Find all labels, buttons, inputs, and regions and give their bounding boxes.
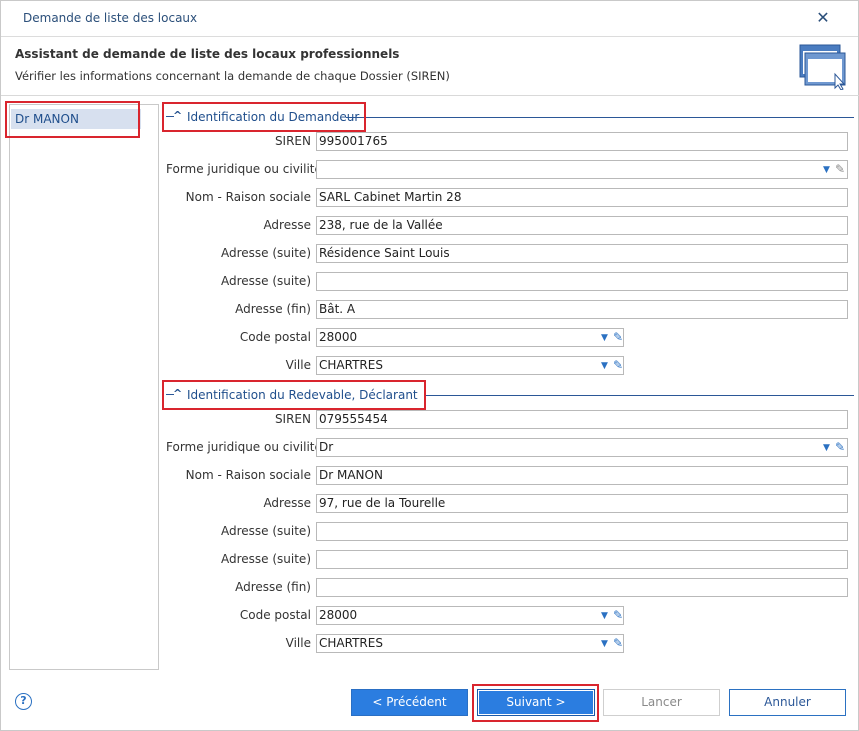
section-line-right xyxy=(346,117,854,118)
adresse-fin-field[interactable] xyxy=(316,578,848,597)
dropdown-arrow-icon[interactable]: ▼ xyxy=(601,330,608,346)
nom-field[interactable]: Dr MANON xyxy=(316,466,848,485)
code-postal-select[interactable]: 28000 ▼ ✎ xyxy=(316,328,624,347)
adresse-suite-field[interactable] xyxy=(316,550,848,569)
edit-pencil-icon[interactable]: ✎ xyxy=(613,607,623,624)
adresse-suite-field[interactable]: Résidence Saint Louis xyxy=(316,244,848,263)
header-divider xyxy=(1,95,859,96)
dropdown-arrow-icon[interactable]: ▼ xyxy=(823,440,830,456)
wizard-title: Assistant de demande de liste des locaux… xyxy=(15,47,400,61)
adresse-suite-field[interactable] xyxy=(316,272,848,291)
collapse-caret-icon[interactable]: ^ xyxy=(173,109,182,122)
adresse-suite-label: Adresse (suite) xyxy=(220,524,311,538)
ville-label: Ville xyxy=(285,636,311,650)
dropdown-arrow-icon[interactable]: ▼ xyxy=(823,162,830,178)
edit-pencil-icon[interactable]: ✎ xyxy=(613,635,623,652)
edit-pencil-icon[interactable]: ✎ xyxy=(613,329,623,346)
adresse-suite-label: Adresse (suite) xyxy=(220,274,311,288)
ville-select[interactable]: CHARTRES ▼ ✎ xyxy=(316,356,624,375)
window-title: Demande de liste des locaux xyxy=(23,11,198,25)
forme-label: Forme juridique ou civilité xyxy=(166,162,322,176)
nom-field[interactable]: SARL Cabinet Martin 28 xyxy=(316,188,848,207)
help-icon[interactable]: ? xyxy=(15,693,32,710)
adresse-label: Adresse xyxy=(263,496,311,510)
section-line-right xyxy=(426,395,854,396)
close-icon[interactable]: ✕ xyxy=(813,7,833,29)
adresse-suite-label: Adresse (suite) xyxy=(220,246,311,260)
adresse-fin-label: Adresse (fin) xyxy=(235,302,311,316)
adresse-fin-label: Adresse (fin) xyxy=(235,580,311,594)
adresse-label: Adresse xyxy=(263,218,311,232)
sidebar-item-dr-manon[interactable]: Dr MANON xyxy=(11,109,141,129)
nom-label: Nom - Raison sociale xyxy=(185,190,311,204)
section-demandeur-title[interactable]: Identification du Demandeur xyxy=(187,110,359,124)
cancel-button[interactable]: Annuler xyxy=(729,689,846,716)
adresse-field[interactable]: 238, rue de la Vallée xyxy=(316,216,848,235)
siren-label: SIREN xyxy=(274,412,311,426)
adresse-fin-field[interactable]: Bât. A xyxy=(316,300,848,319)
wizard-subtitle: Vérifier les informations concernant la … xyxy=(15,69,450,83)
dialog-window: Demande de liste des locaux ✕ Assistant … xyxy=(0,0,859,731)
wizard-header: Assistant de demande de liste des locaux… xyxy=(1,38,858,95)
dossier-list: Dr MANON xyxy=(9,104,159,670)
previous-button[interactable]: < Précédent xyxy=(351,689,468,716)
edit-pencil-icon[interactable]: ✎ xyxy=(835,161,845,178)
nom-label: Nom - Raison sociale xyxy=(185,468,311,482)
ville-label: Ville xyxy=(285,358,311,372)
siren-label: SIREN xyxy=(274,134,311,148)
forme-select[interactable]: ▼ ✎ xyxy=(316,160,848,179)
adresse-field[interactable]: 97, rue de la Tourelle xyxy=(316,494,848,513)
section-redevable-title[interactable]: Identification du Redevable, Déclarant xyxy=(187,388,418,402)
siren-field[interactable]: 079555454 xyxy=(316,410,848,429)
forme-select[interactable]: Dr ▼ ✎ xyxy=(316,438,848,457)
edit-pencil-icon[interactable]: ✎ xyxy=(613,357,623,374)
adresse-suite-label: Adresse (suite) xyxy=(220,552,311,566)
next-button[interactable]: Suivant > xyxy=(477,689,595,716)
title-bar: Demande de liste des locaux ✕ xyxy=(1,1,858,37)
adresse-suite-field[interactable] xyxy=(316,522,848,541)
code-postal-label: Code postal xyxy=(239,608,311,622)
forme-label: Forme juridique ou civilité xyxy=(166,440,322,454)
dropdown-arrow-icon[interactable]: ▼ xyxy=(601,608,608,624)
window-cursor-icon xyxy=(799,44,846,90)
collapse-caret-icon[interactable]: ^ xyxy=(173,387,182,400)
code-postal-select[interactable]: 28000 ▼ ✎ xyxy=(316,606,624,625)
dropdown-arrow-icon[interactable]: ▼ xyxy=(601,358,608,374)
edit-pencil-icon[interactable]: ✎ xyxy=(835,439,845,456)
code-postal-label: Code postal xyxy=(239,330,311,344)
dropdown-arrow-icon[interactable]: ▼ xyxy=(601,636,608,652)
launch-button[interactable]: Lancer xyxy=(603,689,720,716)
ville-select[interactable]: CHARTRES ▼ ✎ xyxy=(316,634,624,653)
siren-field[interactable]: 995001765 xyxy=(316,132,848,151)
